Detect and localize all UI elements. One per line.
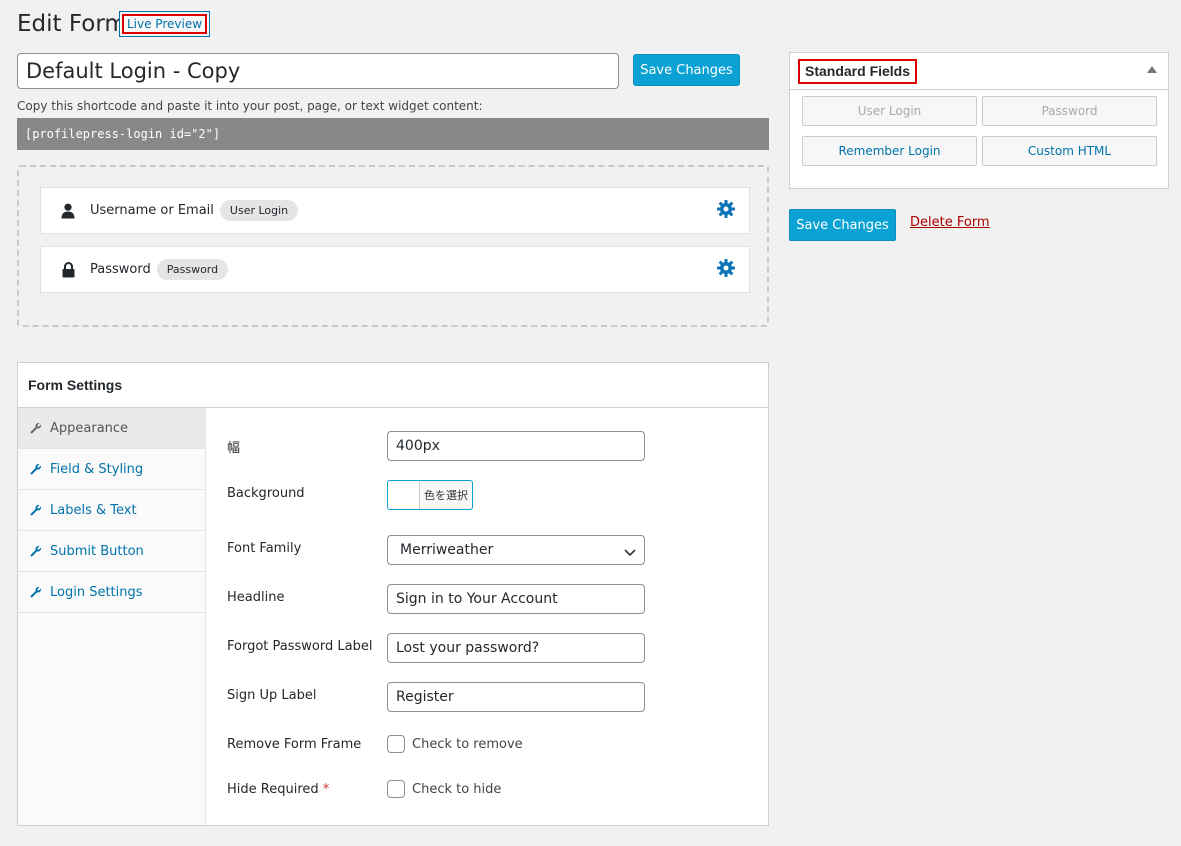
- form-title-input[interactable]: [17, 53, 619, 89]
- wrench-icon: [30, 422, 42, 434]
- form-settings-title: Form Settings: [18, 363, 768, 408]
- live-preview-button[interactable]: Live Preview: [119, 11, 210, 37]
- required-asterisk: *: [322, 782, 330, 797]
- tab-label: Submit Button: [50, 543, 144, 559]
- tab-labels-text[interactable]: Labels & Text: [18, 490, 205, 531]
- shortcode-box[interactable]: [profilepress-login id="2"]: [17, 118, 769, 150]
- field-label: Username or Email: [90, 203, 214, 218]
- std-field-user-login[interactable]: User Login: [802, 96, 977, 126]
- remove-frame-checkbox[interactable]: [387, 735, 405, 753]
- tab-appearance[interactable]: Appearance: [18, 408, 205, 449]
- standard-fields-title: Standard Fields: [798, 59, 918, 84]
- settings-tabs: Appearance Field & Styling Labels & Text…: [18, 408, 206, 825]
- font-family-label: Font Family: [227, 541, 302, 556]
- tab-submit-button[interactable]: Submit Button: [18, 531, 205, 572]
- tab-label: Labels & Text: [50, 502, 137, 518]
- save-changes-button-sidebar[interactable]: Save Changes: [789, 209, 896, 241]
- width-input[interactable]: 400px: [387, 431, 645, 461]
- hide-required-checkbox-row[interactable]: Check to hide: [387, 780, 501, 798]
- tab-field-styling[interactable]: Field & Styling: [18, 449, 205, 490]
- standard-fields-panel: Standard Fields User Login Password Reme…: [789, 52, 1169, 189]
- tab-label: Field & Styling: [50, 461, 144, 477]
- std-field-custom-html[interactable]: Custom HTML: [982, 136, 1157, 166]
- forgot-password-label: Forgot Password Label: [227, 639, 373, 654]
- collapse-arrow-icon[interactable]: [1147, 66, 1157, 73]
- save-changes-button[interactable]: Save Changes: [633, 54, 740, 86]
- live-preview-label: Live Preview: [122, 14, 207, 34]
- std-field-password[interactable]: Password: [982, 96, 1157, 126]
- wrench-icon: [30, 586, 42, 598]
- font-family-value: Merriweather: [400, 542, 494, 558]
- tab-label: Login Settings: [50, 584, 143, 600]
- gear-icon[interactable]: [717, 259, 735, 281]
- user-icon: [60, 203, 76, 219]
- hide-required-checkbox[interactable]: [387, 780, 405, 798]
- background-label: Background: [227, 486, 305, 501]
- remove-frame-check-text: Check to remove: [412, 736, 523, 752]
- page-title: Edit Form: [17, 11, 127, 37]
- hide-required-text: Hide Required: [227, 782, 319, 797]
- width-label: 幅: [227, 441, 241, 456]
- shortcode-hint: Copy this shortcode and paste it into yo…: [17, 99, 483, 113]
- signup-input[interactable]: Register: [387, 682, 645, 712]
- lock-icon: [60, 261, 76, 278]
- std-field-remember-login[interactable]: Remember Login: [802, 136, 977, 166]
- color-swatch: [388, 481, 420, 509]
- wrench-icon: [30, 545, 42, 557]
- standard-fields-header[interactable]: Standard Fields: [790, 53, 1168, 90]
- wrench-icon: [30, 504, 42, 516]
- forgot-password-input[interactable]: Lost your password?: [387, 633, 645, 663]
- field-type-tag: Password: [156, 259, 229, 280]
- builder-field-password[interactable]: Password Password: [40, 246, 750, 293]
- color-picker-label: 色を選択: [424, 489, 468, 502]
- color-picker-button[interactable]: 色を選択: [387, 480, 473, 510]
- headline-label: Headline: [227, 590, 285, 605]
- form-settings-panel: Form Settings Appearance Field & Styling…: [17, 362, 769, 826]
- tab-label: Appearance: [50, 420, 129, 436]
- delete-form-link[interactable]: Delete Form: [910, 215, 990, 230]
- remove-frame-checkbox-row[interactable]: Check to remove: [387, 735, 523, 753]
- signup-label: Sign Up Label: [227, 688, 317, 703]
- headline-input[interactable]: Sign in to Your Account: [387, 584, 645, 614]
- wrench-icon: [30, 463, 42, 475]
- appearance-settings: 幅 400px Background 色を選択 Font Family Merr…: [206, 408, 768, 825]
- remove-frame-label: Remove Form Frame: [227, 737, 362, 752]
- field-type-tag: User Login: [219, 200, 299, 221]
- builder-field-username[interactable]: Username or Email User Login: [40, 187, 750, 234]
- chevron-down-icon: [624, 545, 636, 561]
- hide-required-check-text: Check to hide: [412, 781, 502, 797]
- gear-icon[interactable]: [717, 200, 735, 222]
- tab-login-settings[interactable]: Login Settings: [18, 572, 205, 613]
- font-family-select[interactable]: Merriweather: [387, 535, 645, 565]
- field-label: Password: [90, 262, 151, 277]
- hide-required-label: Hide Required *: [227, 782, 329, 797]
- form-builder-area[interactable]: Username or Email User Login Password Pa…: [17, 165, 769, 327]
